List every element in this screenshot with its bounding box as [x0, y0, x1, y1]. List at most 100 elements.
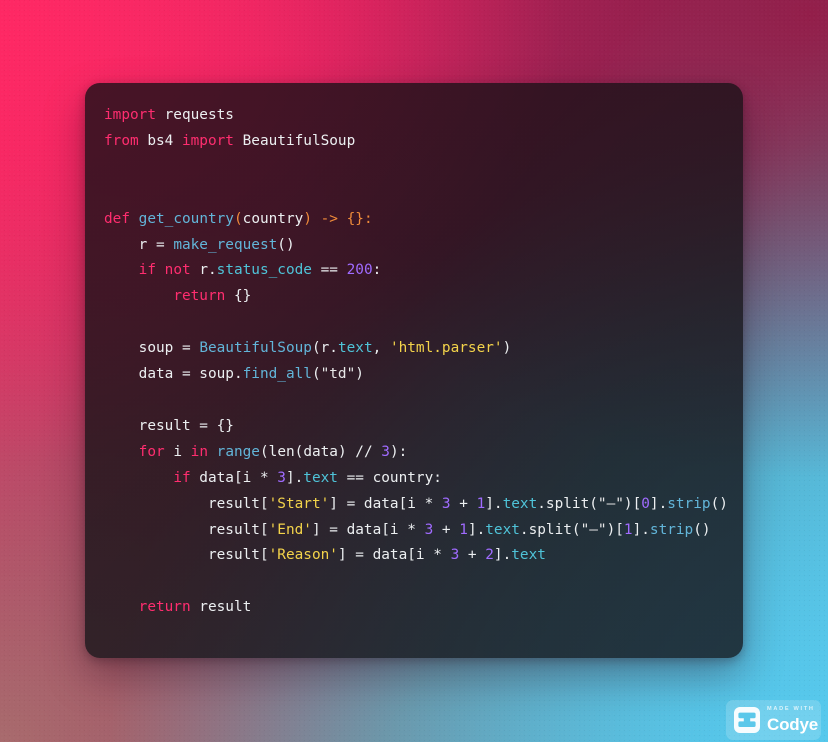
code-token: r.	[190, 262, 217, 279]
code-token: strip	[667, 495, 711, 512]
code-token: :	[363, 210, 373, 227]
code-token: ) -> {}	[303, 210, 364, 227]
watermark-text: MADE WITH Codye	[767, 707, 818, 733]
code-line: result['End'] = data[i * 3 + 1].text.spl…	[104, 518, 721, 544]
code-token: +	[459, 547, 486, 564]
code-token: )	[502, 340, 512, 357]
code-token: ].	[649, 495, 668, 512]
code-token: (	[311, 366, 321, 383]
code-token: data = soup.	[104, 366, 243, 383]
code-token: find_all	[242, 366, 312, 383]
code-token: )[	[623, 495, 642, 512]
code-token: text	[485, 521, 520, 538]
code-token: in	[190, 443, 208, 460]
code-token: if	[138, 262, 156, 279]
code-token: )	[355, 366, 364, 383]
code-token: range	[216, 443, 260, 460]
code-token: 'Start'	[268, 495, 330, 512]
code-token: 0	[641, 495, 650, 512]
code-token: ].	[493, 547, 512, 564]
screenshot-canvas: import requests from bs4 import Beautifu…	[0, 0, 828, 742]
code-token: ,	[372, 340, 390, 357]
code-token: 3	[424, 521, 434, 538]
code-token: {}	[225, 288, 252, 305]
code-token: 1	[459, 521, 468, 538]
code-line: return {}	[104, 284, 721, 310]
code-token: 3	[450, 547, 460, 564]
code-token: (	[259, 443, 269, 460]
code-token: result = {}	[104, 417, 234, 434]
code-token: (	[233, 210, 243, 227]
code-line: import requests	[104, 103, 721, 129]
code-token: len	[268, 443, 295, 460]
code-line: result['Start'] = data[i * 3 + 1].text.s…	[104, 492, 728, 518]
code-line: result = {}	[104, 414, 721, 440]
code-token: ):	[389, 443, 408, 460]
code-token: 3	[441, 495, 451, 512]
code-token: import	[104, 107, 156, 123]
code-token: ] = data[i *	[311, 521, 425, 538]
code-line: return result	[104, 595, 721, 621]
code-token: for	[138, 443, 165, 460]
code-line: r = make_request()	[104, 233, 721, 259]
code-token: soup =	[104, 340, 200, 357]
code-block[interactable]: import requests from bs4 import Beautifu…	[85, 83, 743, 641]
code-card: import requests from bs4 import Beautifu…	[85, 83, 743, 658]
code-token: result[	[104, 521, 269, 538]
code-token: "td"	[320, 366, 356, 383]
code-token: result[	[104, 547, 269, 564]
code-token: status_code	[216, 262, 312, 279]
code-token: result[	[104, 495, 269, 512]
code-token: ].	[285, 469, 304, 486]
codye-watermark-badge: MADE WITH Codye	[726, 700, 821, 740]
code-token: == country:	[337, 469, 442, 486]
code-token: ()	[710, 495, 728, 512]
code-line: data = soup.find_all("td")	[104, 362, 721, 388]
code-token: from	[104, 132, 139, 149]
code-token: (data) //	[294, 443, 382, 460]
code-line: if not r.status_code == 200:	[104, 258, 721, 284]
code-token: ] = data[i *	[329, 495, 442, 512]
code-token: get_country	[138, 210, 234, 227]
code-token: def	[104, 210, 130, 227]
code-token: +	[433, 521, 460, 538]
code-token: import	[181, 132, 234, 149]
code-token: 200	[346, 262, 373, 279]
code-token: ==	[311, 262, 347, 279]
code-token: ].	[467, 521, 486, 538]
code-token: country	[242, 210, 304, 227]
code-token: +	[450, 495, 477, 512]
code-token: 1	[476, 495, 486, 512]
code-token: (r.	[311, 340, 338, 357]
watermark-brand-name: Codye	[767, 714, 818, 734]
watermark-made-with-label: MADE WITH	[767, 706, 815, 713]
code-token: ].	[485, 495, 503, 512]
code-token: return	[138, 599, 191, 616]
code-token: 2	[485, 547, 494, 564]
code-token: text	[502, 495, 538, 512]
code-line: result['Reason'] = data[i * 3 + 2].text	[104, 543, 721, 569]
code-token: 1	[623, 521, 633, 538]
code-token: "–"	[580, 521, 607, 538]
code-line: soup = BeautifulSoup(r.text, 'html.parse…	[104, 336, 721, 362]
code-token: ] = data[i *	[337, 547, 451, 564]
code-token: bs4	[138, 132, 182, 149]
code-token: BeautifulSoup	[199, 340, 312, 357]
code-token: text	[303, 469, 338, 486]
code-token: if	[173, 469, 191, 486]
code-token: not	[164, 262, 191, 279]
code-token: return	[173, 288, 226, 305]
code-token: 'Reason'	[268, 547, 338, 564]
code-token: ].	[632, 521, 650, 538]
